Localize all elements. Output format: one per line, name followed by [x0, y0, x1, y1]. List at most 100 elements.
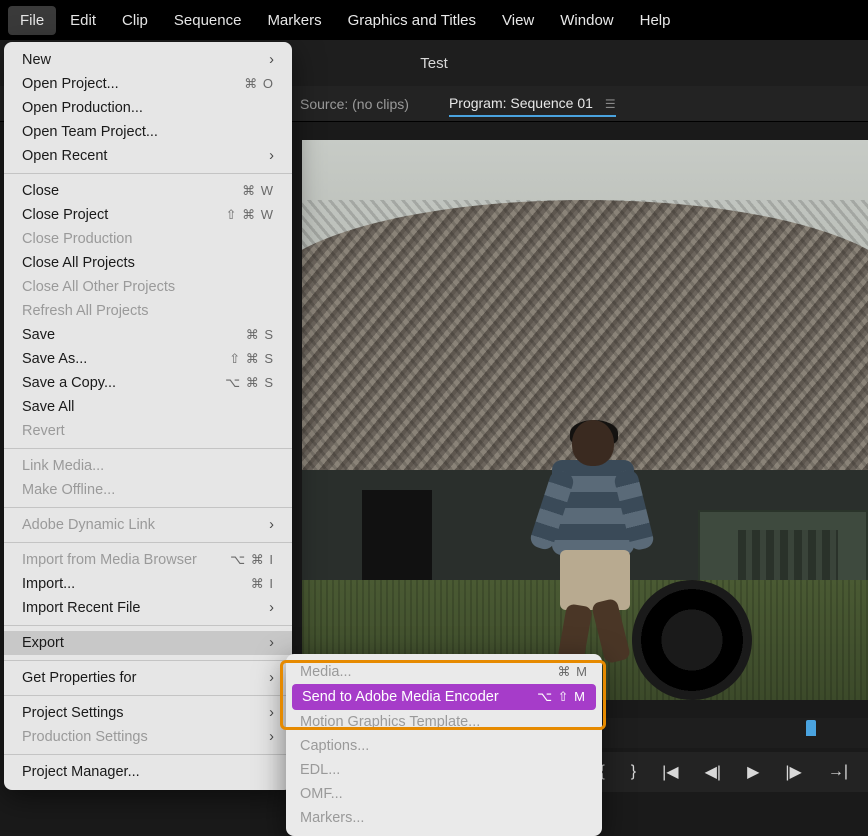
menu-view[interactable]: View [490, 6, 546, 35]
menu-item-label: Save As... [22, 351, 87, 367]
menu-item-close-project[interactable]: Close Project ⇧ ⌘ W [4, 203, 292, 227]
shortcut-label: ⌥ ⇧ M [537, 689, 586, 705]
menu-markers[interactable]: Markers [255, 6, 333, 35]
menu-item-label: Import from Media Browser [22, 552, 197, 568]
shortcut-label: ⌥ ⌘ I [230, 552, 274, 568]
menu-item-open-team-project[interactable]: Open Team Project... [4, 120, 292, 144]
chevron-right-icon: › [269, 635, 274, 651]
menu-graphics-and-titles[interactable]: Graphics and Titles [336, 6, 488, 35]
menu-help[interactable]: Help [628, 6, 683, 35]
source-tab[interactable]: Source: (no clips) [300, 92, 409, 116]
menubar: FileEditClipSequenceMarkersGraphics and … [0, 0, 868, 40]
submenu-item-markers: Markers... [286, 806, 602, 830]
menu-item-label: Media... [300, 664, 352, 680]
menu-item-get-properties-for[interactable]: Get Properties for› [4, 666, 292, 690]
menu-item-open-recent[interactable]: Open Recent› [4, 144, 292, 168]
menu-item-open-project[interactable]: Open Project...⌘ O [4, 72, 292, 96]
menu-item-save-all[interactable]: Save All [4, 395, 292, 419]
playhead-icon[interactable] [806, 720, 816, 736]
program-tab[interactable]: Program: Sequence 01 ☰ [449, 91, 616, 117]
menu-separator [4, 507, 292, 508]
menu-item-label: Close All Other Projects [22, 279, 175, 295]
program-image [302, 140, 868, 700]
chevron-right-icon: › [269, 705, 274, 721]
program-monitor [302, 140, 868, 700]
menu-item-label: Close Project [22, 207, 108, 223]
menu-item-label: Refresh All Projects [22, 303, 149, 319]
go-to-in-icon[interactable]: |◀ [662, 762, 678, 782]
menu-separator [4, 695, 292, 696]
menu-item-label: Project Manager... [22, 764, 140, 780]
menu-item-import-recent-file[interactable]: Import Recent File › [4, 596, 292, 620]
file-menu: New›Open Project...⌘ O Open Production...… [4, 42, 292, 790]
submenu-item-send-to-adobe-media-encoder[interactable]: Send to Adobe Media Encoder⌥ ⇧ M [292, 684, 596, 710]
menu-item-close-all-projects[interactable]: Close All Projects [4, 251, 292, 275]
menu-item-label: Production Settings [22, 729, 148, 745]
step-back-icon[interactable]: ◀| [705, 762, 721, 782]
menu-item-import[interactable]: Import...⌘ I [4, 572, 292, 596]
menu-item-project-manager[interactable]: Project Manager... [4, 760, 292, 784]
menu-item-label: Close Production [22, 231, 132, 247]
menu-item-label: Close [22, 183, 59, 199]
menu-item-label: EDL... [300, 762, 340, 778]
menu-item-label: Captions... [300, 738, 369, 754]
menu-item-label: Open Team Project... [22, 124, 158, 140]
chevron-right-icon: › [269, 52, 274, 68]
menu-item-label: Motion Graphics Template... [300, 714, 480, 730]
workspace-name[interactable]: Test [420, 55, 448, 72]
menu-separator [4, 625, 292, 626]
submenu-item-media: Media... ⌘ M [286, 660, 602, 684]
menu-separator [4, 448, 292, 449]
menu-item-label: Save a Copy... [22, 375, 116, 391]
program-tab-label: Program: Sequence 01 [449, 95, 593, 111]
menu-item-label: OMF... [300, 786, 343, 802]
menu-item-import-from-media-browser: Import from Media Browser ⌥ ⌘ I [4, 548, 292, 572]
menu-separator [4, 754, 292, 755]
menu-separator [4, 542, 292, 543]
menu-sequence[interactable]: Sequence [162, 6, 254, 35]
mark-out-icon[interactable]: } [631, 763, 636, 781]
shortcut-label: ⌘ I [251, 576, 274, 592]
shortcut-label: ⌘ W [242, 183, 274, 199]
menu-item-label: Open Production... [22, 100, 143, 116]
submenu-item-motion-graphics-template: Motion Graphics Template... [286, 710, 602, 734]
go-to-out-icon[interactable]: →| [828, 763, 848, 781]
menu-item-adobe-dynamic-link: Adobe Dynamic Link› [4, 513, 292, 537]
shortcut-label: ⌘ S [246, 327, 274, 343]
menu-item-close[interactable]: Close ⌘ W [4, 179, 292, 203]
menu-item-save[interactable]: Save⌘ S [4, 323, 292, 347]
shortcut-label: ⇧ ⌘ W [226, 207, 274, 223]
shortcut-label: ⌥ ⌘ S [225, 375, 274, 391]
menu-item-label: Import Recent File [22, 600, 140, 616]
menu-item-project-settings[interactable]: Project Settings › [4, 701, 292, 725]
menu-item-open-production[interactable]: Open Production... [4, 96, 292, 120]
step-forward-icon[interactable]: |▶ [785, 762, 801, 782]
play-icon[interactable]: ▶ [747, 762, 759, 782]
menu-edit[interactable]: Edit [58, 6, 108, 35]
panel-menu-icon[interactable]: ☰ [605, 97, 616, 111]
menu-item-new[interactable]: New› [4, 48, 292, 72]
menu-window[interactable]: Window [548, 6, 625, 35]
menu-item-export[interactable]: Export › [4, 631, 292, 655]
menu-clip[interactable]: Clip [110, 6, 160, 35]
menu-separator [4, 173, 292, 174]
chevron-right-icon: › [269, 148, 274, 164]
menu-item-label: Link Media... [22, 458, 104, 474]
shortcut-label: ⌘ M [558, 664, 588, 680]
submenu-item-edl: EDL... [286, 758, 602, 782]
menu-item-production-settings: Production Settings› [4, 725, 292, 749]
menu-separator [4, 660, 292, 661]
menu-file[interactable]: File [8, 6, 56, 35]
menu-item-label: Close All Projects [22, 255, 135, 271]
menu-item-revert: Revert [4, 419, 292, 443]
menu-item-label: Revert [22, 423, 65, 439]
menu-item-label: Project Settings [22, 705, 124, 721]
submenu-item-captions: Captions... [286, 734, 602, 758]
shortcut-label: ⇧ ⌘ S [229, 351, 274, 367]
menu-item-make-offline: Make Offline... [4, 478, 292, 502]
menu-item-save-a-copy[interactable]: Save a Copy... ⌥ ⌘ S [4, 371, 292, 395]
menu-item-save-as[interactable]: Save As... ⇧ ⌘ S [4, 347, 292, 371]
menu-item-label: Export [22, 635, 64, 651]
menu-item-label: Open Project... [22, 76, 119, 92]
chevron-right-icon: › [269, 600, 274, 616]
